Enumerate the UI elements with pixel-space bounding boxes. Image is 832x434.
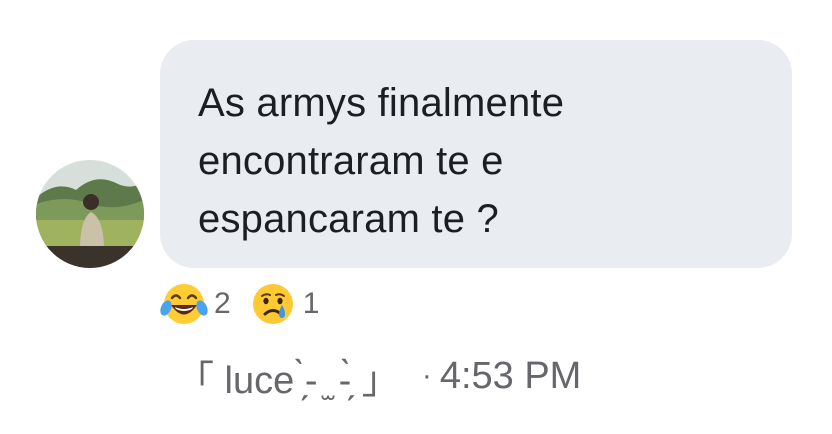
avatar[interactable] <box>36 160 144 268</box>
reaction-count: 1 <box>302 287 320 320</box>
comment-meta: 「 luce ̗̀- ̫ -̗̀ 」 · 4:53 PM <box>176 352 582 402</box>
reaction-sad[interactable]: 1 <box>249 280 320 328</box>
reaction-laugh[interactable]: 2 <box>160 280 231 328</box>
reaction-count: 2 <box>214 287 231 320</box>
author-name[interactable]: 「 luce ̗̀- ̫ -̗̀ 」 <box>176 349 400 404</box>
avatar-photo-icon <box>36 160 144 268</box>
crying-sad-emoji-icon <box>252 284 293 324</box>
comment-text: As armys finalmente encontraram te e esp… <box>198 81 565 241</box>
comment-bubble[interactable]: As armys finalmente encontraram te e esp… <box>160 40 792 268</box>
separator-dot: · <box>421 359 432 392</box>
timestamp[interactable]: 4:53 PM <box>440 355 582 398</box>
laughing-tears-emoji-icon <box>160 284 208 324</box>
reactions-bar[interactable]: 2 1 <box>160 280 337 328</box>
